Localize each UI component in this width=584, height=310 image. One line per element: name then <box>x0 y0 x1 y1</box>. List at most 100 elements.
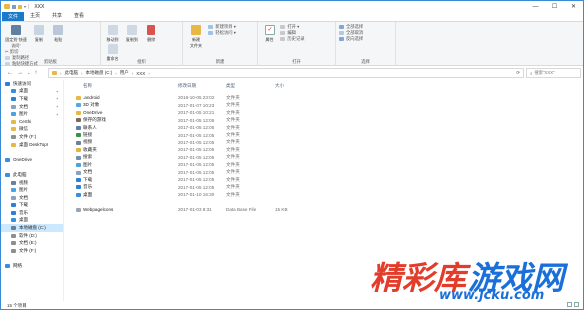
tab-file[interactable]: 文件 <box>2 12 25 21</box>
file-row[interactable]: OneDrive 2017-01-05 10:21 文件夹 <box>65 109 365 117</box>
move-to-button[interactable]: 移动到 <box>104 24 121 43</box>
file-name: 文档 <box>83 169 93 175</box>
file-row[interactable]: 收藏夹 2017-01-05 12:05 文件夹 <box>65 146 365 154</box>
invert-selection-button[interactable]: 反向选择 <box>339 36 392 42</box>
file-type: 文件夹 <box>226 102 240 108</box>
column-header-type[interactable]: 类型 <box>226 83 235 89</box>
nav-item[interactable]: CeShi <box>1 118 63 126</box>
nav-item[interactable]: 桌面 <box>1 217 63 225</box>
nav-item[interactable]: OneDrive <box>1 156 63 164</box>
nav-item[interactable]: 软件 (D:) <box>1 232 63 240</box>
paste-button[interactable]: 粘贴 <box>50 24 67 43</box>
file-row[interactable]: 3D 对象 2017-01-07 10:23 文件夹 <box>65 101 365 109</box>
new-item-icon <box>208 25 214 29</box>
nav-item[interactable]: 桌面 DeskTopI <box>1 141 63 149</box>
file-type: Data Base File <box>226 207 257 213</box>
file-type: 文件夹 <box>226 146 240 152</box>
nav-item[interactable]: 下载 ✦ <box>1 95 63 103</box>
file-date: 2017-01-05 12:05 <box>178 139 215 145</box>
file-row[interactable]: 保存的游戏 2017-01-05 12:05 文件夹 <box>65 116 365 124</box>
breadcrumb-local-disk[interactable]: 本地磁盘 (C:) <box>86 70 113 76</box>
new-group: 新建 文件夹 新建项目 ▾ 轻松访问 ▾ 新建 <box>183 22 258 66</box>
nav-item[interactable]: 图片 ✦ <box>1 110 63 118</box>
pin-icon: ✦ <box>55 96 59 102</box>
details-view-button[interactable] <box>567 302 572 307</box>
window-title: XXX <box>34 3 45 10</box>
tab-view[interactable]: 查看 <box>68 11 90 21</box>
file-size: 15 KB <box>275 207 288 213</box>
video-icon <box>76 140 81 145</box>
breadcrumb-separator: › <box>131 70 134 76</box>
nav-item[interactable]: 音乐 <box>1 209 63 217</box>
breadcrumb-this-pc[interactable]: 此电脑 <box>65 70 79 76</box>
row-spacer <box>65 198 365 206</box>
database-file-icon <box>76 207 81 212</box>
maximize-button[interactable]: ☐ <box>545 1 564 12</box>
desktop-icon <box>11 89 16 94</box>
nav-item[interactable]: 文档 ✦ <box>1 103 63 111</box>
nav-item[interactable]: 快速访问 <box>1 80 63 88</box>
copy-to-button[interactable]: 复制到 <box>123 24 140 43</box>
file-type: 文件夹 <box>226 184 240 190</box>
nav-item-label: 此电脑 <box>13 171 27 177</box>
nav-item[interactable]: 文档 (E:) <box>1 239 63 247</box>
column-header-name[interactable]: 名称 <box>83 83 92 89</box>
file-row[interactable]: 图片 2017-01-05 12:05 文件夹 <box>65 161 365 169</box>
nav-item[interactable]: 文档 <box>1 194 63 202</box>
file-row[interactable]: 视频 2017-01-05 12:05 文件夹 <box>65 139 365 147</box>
delete-button[interactable]: 删除 <box>143 24 160 43</box>
easy-access-button[interactable]: 轻松访问 ▾ <box>208 30 236 36</box>
properties-quick-icon[interactable] <box>12 4 16 9</box>
minimize-button[interactable]: — <box>526 1 545 12</box>
refresh-button[interactable]: ⟳ <box>516 70 523 76</box>
back-button[interactable]: ← <box>7 70 13 76</box>
nav-item[interactable]: 本地磁盘 (C:) <box>1 224 63 232</box>
close-button[interactable]: ✕ <box>564 1 583 12</box>
nav-item[interactable]: 图片 <box>1 186 63 194</box>
nav-item-label: 软件 (D:) <box>19 232 37 238</box>
nav-item[interactable]: 文件 (F:) <box>1 133 63 141</box>
document-icon <box>11 104 16 109</box>
drive-icon <box>11 134 16 139</box>
address-row: ← → ⌄ ↑ › 此电脑 › 本地磁盘 (C:) › 用户 › XXX › ⟳… <box>1 67 583 79</box>
nav-item[interactable]: 网络 <box>1 262 63 270</box>
file-name: 音乐 <box>83 184 93 190</box>
nav-item[interactable]: 文件 (F:) <box>1 247 63 255</box>
nav-item[interactable]: 此电脑 <box>1 171 63 179</box>
recent-locations-button[interactable]: ⌄ <box>27 70 30 76</box>
rename-icon <box>107 44 118 54</box>
tab-home[interactable]: 主页 <box>24 11 46 21</box>
new-folder-quick-icon[interactable] <box>18 4 22 9</box>
file-row[interactable]: 音乐 2017-01-05 12:05 文件夹 <box>65 183 365 191</box>
file-name: 视频 <box>83 139 93 145</box>
properties-button[interactable]: ✓ 属性 <box>261 24 278 43</box>
history-button[interactable]: 历史记录 <box>280 36 305 42</box>
pin-to-quick-access-button[interactable]: 固定到"快速访问" <box>4 24 28 49</box>
column-header-size[interactable]: 大小 <box>275 83 284 89</box>
copy-button[interactable]: 复制 <box>30 24 47 43</box>
nav-item[interactable]: 下载 <box>1 202 63 210</box>
search-input[interactable]: ⌕ 搜索"XXX" <box>526 68 581 78</box>
file-row[interactable]: 联系人 2017-01-05 12:05 文件夹 <box>65 124 365 132</box>
breadcrumb-users[interactable]: 用户 <box>120 70 129 76</box>
file-row[interactable]: Webpagelcons 2017-01-03 8:31 Data Base Fil… <box>65 206 365 214</box>
quick-access-toolbar-dropdown-icon[interactable]: ▾ <box>24 4 26 9</box>
nav-item[interactable]: 桌面 ✦ <box>1 88 63 96</box>
file-row[interactable]: 桌面 2017-01-10 16:30 文件夹 <box>65 191 365 199</box>
file-row[interactable]: 下载 2017-01-05 12:05 文件夹 <box>65 176 365 184</box>
column-header-date[interactable]: 修改日期 <box>178 83 196 89</box>
file-date: 2017-01-05 12:05 <box>178 154 215 160</box>
address-bar[interactable]: › 此电脑 › 本地磁盘 (C:) › 用户 › XXX › ⟳ <box>48 68 524 78</box>
forward-button[interactable]: → <box>17 70 23 76</box>
tab-share[interactable]: 共享 <box>46 11 68 21</box>
nav-item[interactable]: 视频 <box>1 179 63 187</box>
up-button[interactable]: ↑ <box>34 70 37 76</box>
nav-item[interactable]: 微信 <box>1 126 63 134</box>
search-placeholder: 搜索"XXX" <box>534 70 555 75</box>
file-row[interactable]: 搜索 2017-01-05 12:05 文件夹 <box>65 154 365 162</box>
select-group-label: 选择 <box>361 59 370 64</box>
breadcrumb-current[interactable]: XXX <box>136 71 145 76</box>
invert-selection-icon <box>339 37 344 41</box>
new-folder-button[interactable]: 新建 文件夹 <box>186 24 206 49</box>
large-icons-view-button[interactable] <box>574 302 579 307</box>
